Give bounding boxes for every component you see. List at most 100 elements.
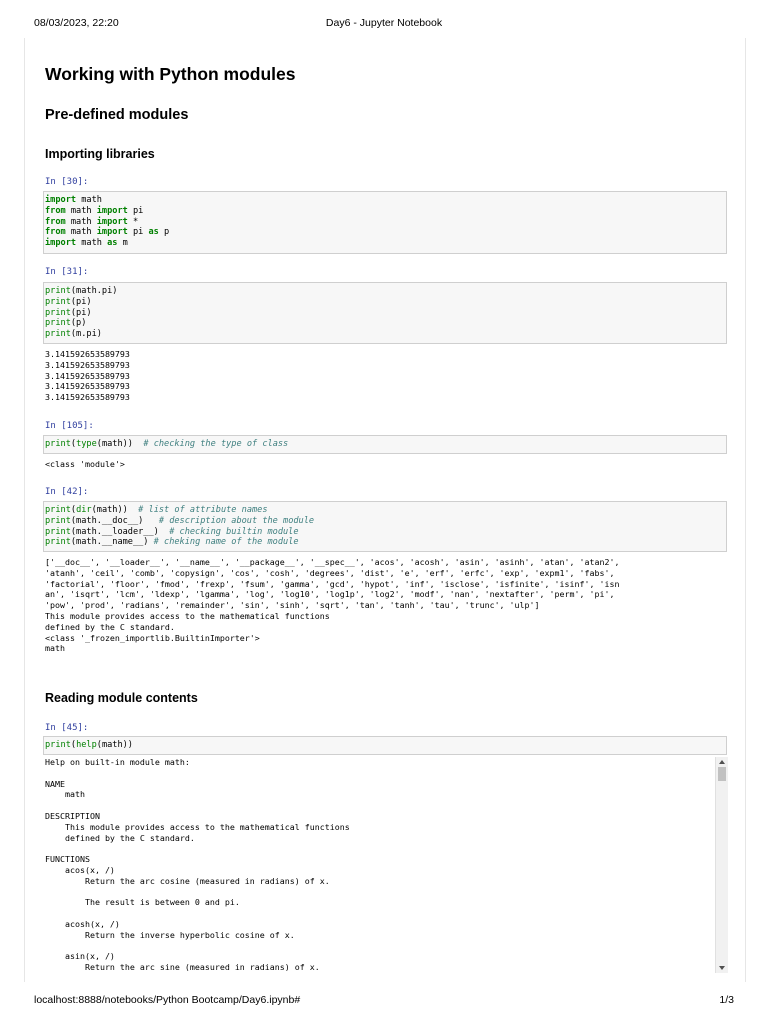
- output-line: 3.141592653589793: [45, 359, 130, 370]
- output-line: This module provides access to the mathe…: [45, 821, 350, 832]
- code-token: import: [45, 195, 77, 205]
- code-cell-input[interactable]: print(help(math)): [43, 736, 727, 755]
- output-line: acos(x, /): [45, 864, 115, 875]
- code-token: pi: [127, 227, 149, 238]
- code-line: print(pi): [45, 297, 725, 308]
- code-line: print(math.pi): [45, 286, 725, 297]
- heading-importing-libraries: Importing libraries: [45, 147, 155, 161]
- code-line: print(pi): [45, 308, 725, 319]
- cell-output: 3.141592653589793 3.141592653589793 3.1415…: [45, 349, 729, 403]
- code-cell-input[interactable]: print(math.pi) print(pi) print(pi) print(p)…: [43, 282, 727, 344]
- output-line: Return the arc sine (measured in radians…: [45, 962, 320, 971]
- code-line: print(math.__loader__) # checking builti…: [45, 527, 725, 538]
- code-token: (math.__loader__): [70, 526, 170, 537]
- print-page-title: Day6 - Jupyter Notebook: [325, 17, 443, 29]
- code-line: print(m.pi): [45, 329, 725, 340]
- code-line: import math: [45, 195, 725, 206]
- code-token: pi: [127, 205, 144, 216]
- output-line: an', 'isqrt', 'lcm', 'ldexp', 'lgamma', …: [45, 589, 615, 600]
- output-line: asin(x, /): [45, 951, 115, 962]
- code-line: from math import *: [45, 217, 725, 228]
- code-token: (math)): [96, 439, 144, 449]
- output-line: 'atanh', 'ceil', 'comb', 'copysign', 'co…: [45, 567, 615, 578]
- code-line: import math as m: [45, 238, 725, 249]
- code-token: # description about the module: [158, 515, 315, 526]
- code-token: print: [45, 286, 71, 296]
- output-line: DESCRIPTION: [45, 810, 100, 821]
- output-line: acosh(x, /): [45, 918, 120, 929]
- print-page-count: 1/3: [719, 994, 734, 1006]
- code-token: (math.__name__): [70, 537, 154, 548]
- code-token: from: [45, 216, 66, 227]
- code-token: dir: [76, 505, 92, 515]
- scroll-down-arrow-icon[interactable]: [719, 966, 725, 970]
- output-line: math: [45, 643, 65, 654]
- output-line: 3.141592653589793: [45, 370, 130, 381]
- code-token: print: [45, 505, 71, 515]
- code-line: print(type(math)) # checking the type of…: [45, 439, 725, 450]
- code-token: import: [45, 238, 77, 249]
- code-token: print: [45, 307, 71, 318]
- code-token: print: [45, 318, 71, 329]
- code-cell-input[interactable]: import math from math import pi from math …: [43, 191, 727, 254]
- code-line: print(help(math)): [45, 740, 725, 751]
- code-token: (m.pi): [70, 329, 102, 340]
- code-token: (pi): [70, 307, 92, 318]
- heading-reading-module-contents: Reading module contents: [45, 691, 198, 705]
- cell-output: <class 'module'>: [45, 459, 729, 470]
- code-token: (p): [70, 318, 87, 329]
- code-line: print(math.__doc__) # description about …: [45, 516, 725, 527]
- code-token: print: [45, 439, 71, 449]
- code-token: from: [45, 227, 66, 238]
- code-token: as: [148, 227, 159, 238]
- print-header: 08/03/2023, 22:20 Day6 - Jupyter Noteboo…: [34, 17, 734, 31]
- code-token: (math)): [96, 740, 133, 750]
- code-cell-input[interactable]: print(type(math)) # checking the type of…: [43, 435, 727, 454]
- code-token: (math)): [91, 505, 139, 515]
- code-token: import: [96, 216, 128, 227]
- scrollbar-thumb[interactable]: [718, 767, 726, 781]
- code-token: # checking builtin module: [169, 526, 299, 537]
- cell-prompt: In [105]:: [45, 421, 94, 431]
- code-token: (math.pi): [70, 286, 118, 296]
- code-token: math: [76, 195, 102, 205]
- code-token: import: [96, 227, 128, 238]
- output-line: <class '_frozen_importlib.BuiltinImporte…: [45, 632, 260, 643]
- scroll-up-arrow-icon[interactable]: [719, 760, 725, 764]
- code-line: from math import pi: [45, 206, 725, 217]
- output-line: Help on built-in module math:: [45, 757, 190, 767]
- output-line: <class 'module'>: [45, 459, 125, 469]
- output-line: defined by the C standard.: [45, 621, 175, 632]
- output-scrollbar[interactable]: [715, 757, 728, 973]
- code-token: as: [107, 238, 118, 249]
- output-line: 3.141592653589793: [45, 349, 130, 359]
- code-cell-input[interactable]: print(dir(math)) # list of attribute nam…: [43, 501, 727, 552]
- code-token: math: [65, 227, 97, 238]
- output-line: FUNCTIONS: [45, 854, 90, 865]
- code-token: print: [45, 526, 71, 537]
- code-line: print(math.__name__) # cheking name of t…: [45, 537, 725, 548]
- code-line: print(dir(math)) # list of attribute nam…: [45, 505, 725, 516]
- output-line: 3.141592653589793: [45, 392, 130, 403]
- code-token: math: [65, 205, 97, 216]
- cell-prompt: In [31]:: [45, 267, 89, 277]
- code-token: help: [76, 740, 97, 750]
- code-token: print: [45, 515, 71, 526]
- output-line: defined by the C standard.: [45, 832, 195, 843]
- output-line: NAME: [45, 778, 65, 789]
- output-line: This module provides access to the mathe…: [45, 610, 330, 621]
- code-token: # checking the type of class: [143, 439, 289, 449]
- code-token: (pi): [70, 296, 92, 307]
- output-line: Return the inverse hyperbolic cosine of …: [45, 929, 295, 940]
- output-line: math: [45, 789, 85, 800]
- code-token: (math.__doc__): [70, 515, 159, 526]
- scrollable-cell-output[interactable]: Help on built-in module math: NAME math DE…: [45, 757, 729, 971]
- cell-prompt: In [45]:: [45, 723, 89, 733]
- output-line: ['__doc__', '__loader__', '__name__', '_…: [45, 557, 620, 567]
- code-token: print: [45, 740, 71, 750]
- code-token: import: [96, 205, 128, 216]
- code-token: m: [117, 238, 128, 249]
